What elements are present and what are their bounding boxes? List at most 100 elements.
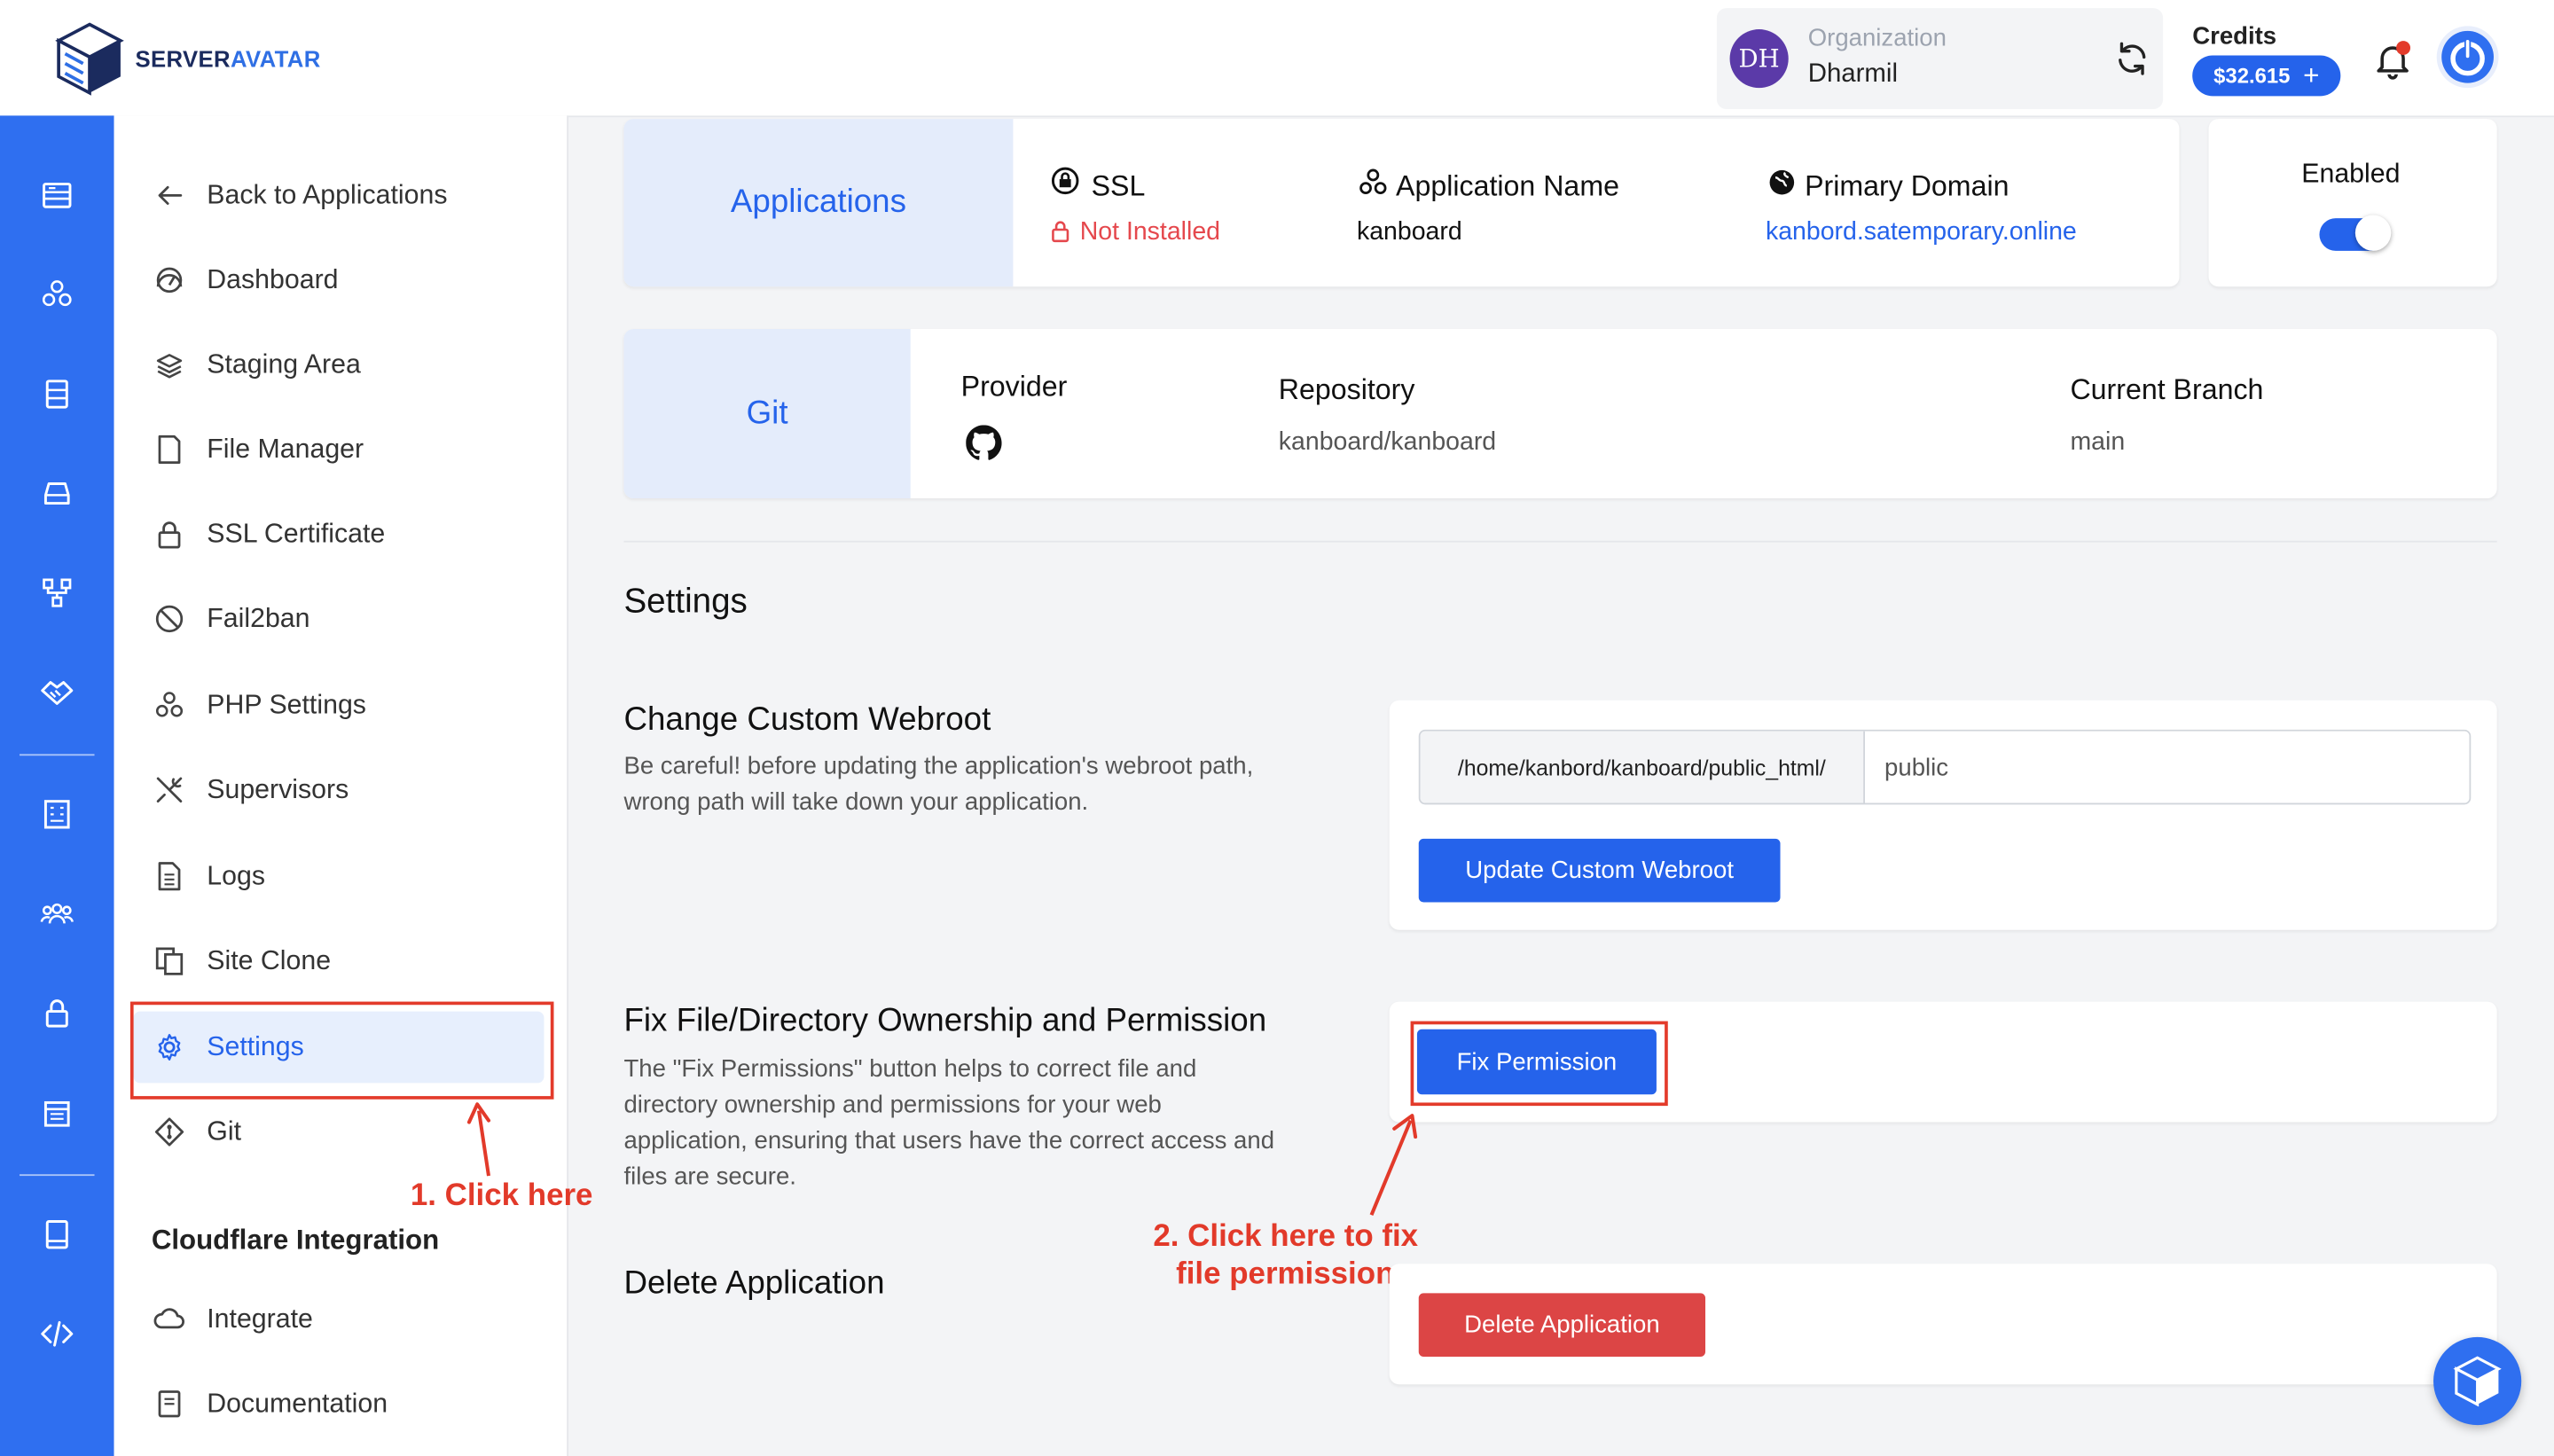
bell-icon[interactable] <box>2371 39 2414 82</box>
databases-icon[interactable] <box>33 370 82 419</box>
sidebar-item-label: Supervisors <box>207 774 349 804</box>
sidebar-item-logs[interactable]: Logs <box>134 841 544 912</box>
security-icon[interactable] <box>33 989 82 1037</box>
book-icon <box>153 1388 186 1421</box>
permission-desc-line: files are secure. <box>623 1162 796 1191</box>
permission-desc-line: directory ownership and permissions for … <box>623 1091 1162 1119</box>
enabled-toggle[interactable] <box>2319 215 2392 251</box>
sidebar-item-php-settings[interactable]: PHP Settings <box>134 669 544 741</box>
webroot-title: Change Custom Webroot <box>623 701 991 739</box>
sidebar-item-label: Logs <box>207 860 265 890</box>
sidebar-item-site-clone[interactable]: Site Clone <box>134 925 544 997</box>
sidebar-item-documentation[interactable]: Documentation <box>134 1368 544 1440</box>
shield-lock-icon <box>1051 167 1079 195</box>
repository-value: kanboard/kanboard <box>1278 428 1497 457</box>
sidebar-item-label: SSL Certificate <box>207 518 386 549</box>
delete-title: Delete Application <box>623 1265 885 1302</box>
document-icon <box>153 860 186 893</box>
toggle-knob <box>2354 215 2392 251</box>
serveravatar-logo-icon[interactable] <box>54 21 126 96</box>
sidebar-item-supervisors[interactable]: Supervisors <box>134 754 544 826</box>
permission-description: The "Fix Permissions" button helps to co… <box>623 1053 1274 1196</box>
sidebar-item-label: Integrate <box>207 1303 313 1334</box>
globe-icon <box>1769 169 1795 195</box>
add-credits-button[interactable]: $32.615 + <box>2192 55 2341 97</box>
update-webroot-button[interactable]: Update Custom Webroot <box>1418 838 1781 903</box>
ssl-label: SSL <box>1091 169 1146 202</box>
org-name: Dharmil <box>1807 59 1898 89</box>
annotation-arrow-icon <box>1369 1114 1418 1216</box>
tools-icon <box>153 773 186 806</box>
sidebar-item-label: PHP Settings <box>207 689 366 719</box>
docs-icon[interactable] <box>33 1210 82 1259</box>
git-icon <box>153 1115 186 1148</box>
enabled-label: Enabled <box>2301 159 2401 190</box>
sidebar-item-label: Site Clone <box>207 945 332 975</box>
sidebar-item-ssl-certificate[interactable]: SSL Certificate <box>134 498 544 570</box>
webroot-desc-line: Be careful! before updating the applicat… <box>623 752 1254 780</box>
annotation-step2-line2: file permission <box>1176 1256 1395 1292</box>
settings-highlight-box <box>129 1001 554 1100</box>
app-name-label: Application Name <box>1396 169 1619 202</box>
rail-divider <box>20 1174 95 1177</box>
user-menu-button[interactable] <box>2436 26 2499 89</box>
serveravatar-logo-icon <box>2453 1356 2502 1407</box>
credits-value: $32.615 <box>2213 63 2291 89</box>
application-info-card: Applications SSL Not Installed Applicati… <box>623 119 2180 287</box>
team-icon[interactable] <box>33 889 82 938</box>
user-avatar-icon <box>2441 30 2494 83</box>
primary-domain-label: Primary Domain <box>1805 169 2010 202</box>
workflows-icon[interactable] <box>33 568 82 617</box>
git-info-card: Git Provider Repository kanboard/kanboar… <box>623 329 2497 499</box>
org-label: Organization <box>1807 24 1947 52</box>
billing-icon[interactable] <box>33 790 82 839</box>
sidebar-item-integrate[interactable]: Integrate <box>134 1283 544 1355</box>
sidebar-item-label: Documentation <box>207 1388 388 1418</box>
refresh-icon[interactable] <box>2114 41 2150 76</box>
integrations-icon[interactable] <box>33 668 82 716</box>
ban-icon <box>153 603 186 636</box>
ssl-status[interactable]: Not Installed <box>1080 218 1220 247</box>
help-chat-button[interactable] <box>2433 1336 2522 1426</box>
permission-desc-line: application, ensuring that users have th… <box>623 1126 1275 1155</box>
app-root: SERVERAVATAR DH Organization Dharmil Cre… <box>0 0 2554 1456</box>
org-avatar: DH <box>1729 29 1789 89</box>
storage-icon[interactable] <box>33 469 82 518</box>
annotation-step2-line1: 2. Click here to fix <box>1153 1219 1419 1255</box>
app-sidebar: Back to Applications Dashboard Staging A… <box>114 115 569 1456</box>
brand-name[interactable]: SERVERAVATAR <box>135 45 320 71</box>
webroot-prefix: /home/kanbord/kanboard/public_html/ <box>1420 731 1866 803</box>
calendar-icon[interactable] <box>33 1088 82 1137</box>
tab-git[interactable]: Git <box>623 329 911 499</box>
rail-divider <box>20 754 95 756</box>
file-icon <box>153 434 186 466</box>
permission-title: Fix File/Directory Ownership and Permiss… <box>623 1003 1267 1039</box>
app-name-value: kanboard <box>1356 218 1462 247</box>
sidebar-item-label: Dashboard <box>207 264 339 294</box>
cloud-icon <box>153 1303 186 1335</box>
sidebar-item-dashboard[interactable]: Dashboard <box>134 245 544 317</box>
tab-applications[interactable]: Applications <box>623 119 1014 287</box>
sidebar-item-staging-area[interactable]: Staging Area <box>134 329 544 401</box>
applications-icon[interactable] <box>33 270 82 319</box>
primary-domain-link[interactable]: kanbord.satemporary.online <box>1766 218 2077 247</box>
delete-application-button[interactable]: Delete Application <box>1418 1293 1706 1357</box>
sidebar-item-file-manager[interactable]: File Manager <box>134 414 544 486</box>
brand-name-main: SERVER <box>135 45 231 72</box>
repository-label: Repository <box>1278 372 1415 406</box>
sidebar-item-label: Back to Applications <box>207 179 448 210</box>
cloudflare-heading: Cloudflare Integration <box>151 1225 440 1256</box>
notification-dot <box>2396 41 2411 55</box>
webroot-input[interactable] <box>1865 731 2470 803</box>
clone-icon <box>153 944 186 977</box>
credits-label: Credits <box>2192 22 2277 51</box>
servers-icon[interactable] <box>33 171 82 220</box>
webroot-description: Be careful! before updating the applicat… <box>623 749 1253 821</box>
icon-rail <box>0 115 114 1456</box>
sidebar-item-fail2ban[interactable]: Fail2ban <box>134 583 544 655</box>
plus-icon: + <box>2303 59 2320 90</box>
sidebar-item-back[interactable]: Back to Applications <box>134 160 544 231</box>
settings-title: Settings <box>623 583 748 621</box>
api-icon[interactable] <box>33 1310 82 1358</box>
sidebar-item-label: Fail2ban <box>207 603 310 633</box>
